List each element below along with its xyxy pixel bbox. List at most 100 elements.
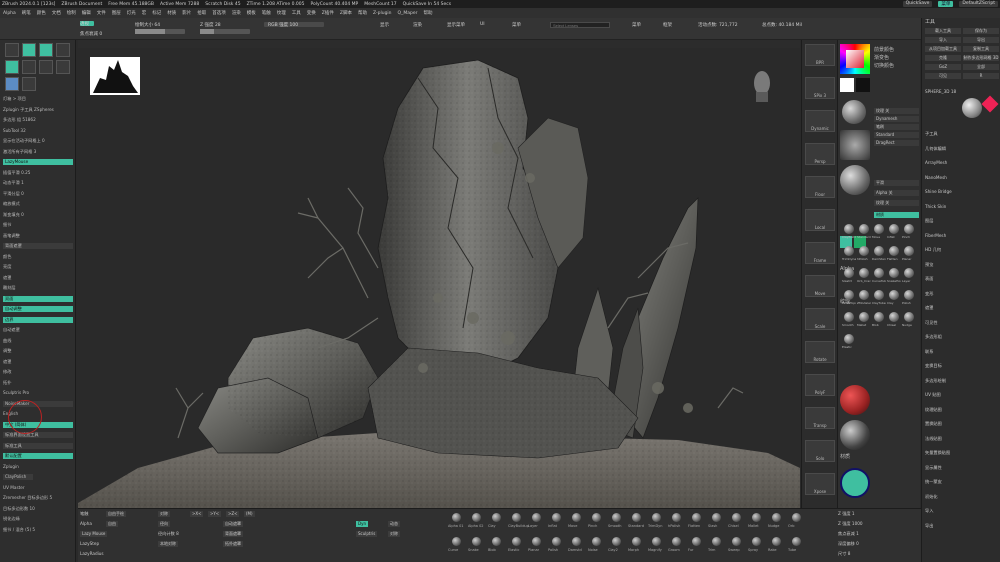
shelf-brush-nudge-icon[interactable] xyxy=(772,513,781,522)
tool-btn-2[interactable]: 导入 xyxy=(925,37,961,43)
foreground-color-swatch[interactable] xyxy=(840,78,854,92)
brush-claybuildup-icon[interactable] xyxy=(844,224,854,234)
menu-item-13[interactable]: 拾取 xyxy=(197,10,206,16)
left-panel-row-0[interactable]: 灯箱 > 项目 xyxy=(3,96,73,102)
tool-subpalette-10[interactable]: 表面 xyxy=(925,275,999,282)
bottom-item-20[interactable]: 动态 xyxy=(388,521,400,527)
tool-subpalette-6[interactable]: 图层 xyxy=(925,217,999,224)
left-panel-row-19[interactable]: 双面 xyxy=(3,295,73,302)
shelf-brush-snake-icon[interactable] xyxy=(472,537,481,546)
shelf-brush-chisel-icon[interactable] xyxy=(732,513,741,522)
brush-polish-icon[interactable] xyxy=(904,290,914,300)
left-panel-row-36[interactable]: ClayPolish xyxy=(3,474,33,480)
shelf-brush-mallet-icon[interactable] xyxy=(752,513,761,522)
menu-item-2[interactable]: 颜色 xyxy=(37,10,46,16)
tool-btn-11[interactable]: R xyxy=(963,73,999,79)
background-color-swatch[interactable] xyxy=(856,78,870,92)
shelf-brush-sweep-icon[interactable] xyxy=(732,537,741,546)
left-panel-row-8[interactable]: 动态平滑 1 xyxy=(3,180,73,186)
shelf-brush-alpha-01-icon[interactable] xyxy=(452,513,461,522)
left-panel-row-5[interactable]: 激活所有子网格 3 xyxy=(3,149,73,155)
matcap-material-icon[interactable] xyxy=(840,420,870,450)
tab-ui[interactable]: UI xyxy=(480,22,485,27)
menu-item-7[interactable]: 图层 xyxy=(112,10,121,16)
left-panel-row-25[interactable]: 遮罩 xyxy=(3,359,73,365)
left-panel-row-33[interactable]: 标准工具 xyxy=(3,442,73,449)
tool-subpalette-26[interactable]: 导入 xyxy=(925,507,999,514)
current-tool-sphere-icon[interactable] xyxy=(962,98,982,118)
palette-row-5[interactable]: 平滑 xyxy=(874,180,919,186)
move-tool-tile[interactable] xyxy=(5,43,19,57)
left-panel-row-39[interactable]: 目标多边形数 10 xyxy=(3,506,73,512)
tool-btn-4[interactable]: 从项目加载工具 xyxy=(925,46,961,52)
shelf-button-move[interactable]: Move xyxy=(805,275,835,297)
tool-subpalette-17[interactable]: 多边形绘制 xyxy=(925,377,999,384)
shelf-brush-rake-icon[interactable] xyxy=(772,537,781,546)
shelf-brush-curve-icon[interactable] xyxy=(452,537,461,546)
shelf-brush-blob-icon[interactable] xyxy=(492,537,501,546)
menu-item-0[interactable]: Alpha xyxy=(3,11,16,16)
tool-subpalette-2[interactable]: ArrayMesh xyxy=(925,159,999,166)
menu-item-18[interactable]: 纹理 xyxy=(277,10,286,16)
tool-subpalette-0[interactable]: 子工具 xyxy=(925,130,999,137)
menu-item-9[interactable]: 宏 xyxy=(142,10,147,16)
brush-clay-icon[interactable] xyxy=(889,290,899,300)
brush-preview-icon[interactable] xyxy=(842,100,866,124)
menu-item-4[interactable]: 绘制 xyxy=(67,10,76,16)
polymesh-star-icon[interactable] xyxy=(981,95,999,113)
bottom-item-10[interactable]: >Z< xyxy=(226,511,240,517)
left-panel-row-7[interactable]: 插值平滑 0.25 xyxy=(3,170,73,176)
left-panel-row-27[interactable]: 拓扑 xyxy=(3,380,73,386)
bottom-item-14[interactable]: 本地对称 xyxy=(158,541,178,547)
menu-item-3[interactable]: 文档 xyxy=(52,10,61,16)
bottom-item-11[interactable]: (M) xyxy=(244,511,255,517)
brush-nudge-icon[interactable] xyxy=(904,312,914,322)
brush-elastic-icon[interactable] xyxy=(844,334,854,344)
brush-flatten-icon[interactable] xyxy=(889,246,899,256)
shelf-button-spix-3[interactable]: SPix 3 xyxy=(805,77,835,99)
bottom-item-1[interactable]: 自由手绘 xyxy=(106,511,126,517)
bottom-item-17[interactable]: 拓扑遮罩 xyxy=(223,541,243,547)
stroke-preview-icon[interactable] xyxy=(840,130,870,160)
brush-slash3-icon[interactable] xyxy=(844,268,854,278)
shelf-brush-slash-icon[interactable] xyxy=(712,513,721,522)
tool-btn-1[interactable]: 保存为 xyxy=(963,28,999,34)
left-panel-row-10[interactable]: 缩放模式 xyxy=(3,201,73,207)
brush-standard-icon[interactable] xyxy=(859,224,869,234)
shelf-button-scale[interactable]: Scale xyxy=(805,308,835,330)
shelf-brush-groom-icon[interactable] xyxy=(672,537,681,546)
bottom-item-16[interactable]: 背面遮罩 xyxy=(223,531,243,537)
left-panel-row-23[interactable]: 曲线 xyxy=(3,338,73,344)
bottom-item-8[interactable]: >X< xyxy=(190,511,204,517)
brush-pinch-icon[interactable] xyxy=(904,224,914,234)
brush-layer-icon[interactable] xyxy=(904,268,914,278)
brush-move-icon[interactable] xyxy=(874,224,884,234)
shelf-brush-tube-icon[interactable] xyxy=(792,537,801,546)
brush-chisel-icon[interactable] xyxy=(889,312,899,322)
tool-subpalette-24[interactable]: 统一蒙皮 xyxy=(925,478,999,485)
left-panel-row-6[interactable]: LazyMouse xyxy=(3,159,73,165)
shelf-brush-claybuildup-icon[interactable] xyxy=(512,513,521,522)
palette-row-2[interactable]: 笔刷 xyxy=(874,124,919,130)
shelf-brush-trim-icon[interactable] xyxy=(712,537,721,546)
left-panel-row-38[interactable]: Zremesher 目标多边形 5 xyxy=(3,495,73,501)
draw-tool-tile[interactable] xyxy=(39,43,53,57)
left-panel-row-34[interactable]: 默认配置 xyxy=(3,453,73,459)
brush-hpolish-icon[interactable] xyxy=(859,246,869,256)
tool-subpalette-1[interactable]: 几何体编辑 xyxy=(925,145,999,152)
tool-subpalette-20[interactable]: 置换贴图 xyxy=(925,420,999,427)
left-panel-row-2[interactable]: 多边形 组 51862 xyxy=(3,117,73,123)
lens-search-input[interactable] xyxy=(550,22,610,28)
brush-orb_cracks-icon[interactable] xyxy=(859,268,869,278)
shelf-brush-elastic-icon[interactable] xyxy=(512,537,521,546)
tool-subpalette-8[interactable]: HD 几何 xyxy=(925,246,999,253)
tool-subpalette-13[interactable]: 可见性 xyxy=(925,319,999,326)
shelf-brush-morph-icon[interactable] xyxy=(632,537,641,546)
left-panel-row-15[interactable]: 颜色 xyxy=(3,254,73,260)
draw-size-slider[interactable] xyxy=(135,29,185,34)
red-wax-material-icon[interactable] xyxy=(840,385,870,415)
bottom-item-12[interactable]: 径向 xyxy=(158,521,170,527)
menu-button[interactable]: 菜单 xyxy=(938,1,954,7)
shelf-brush-orb-icon[interactable] xyxy=(792,513,801,522)
menu-item-21[interactable]: Z插件 xyxy=(322,10,334,16)
